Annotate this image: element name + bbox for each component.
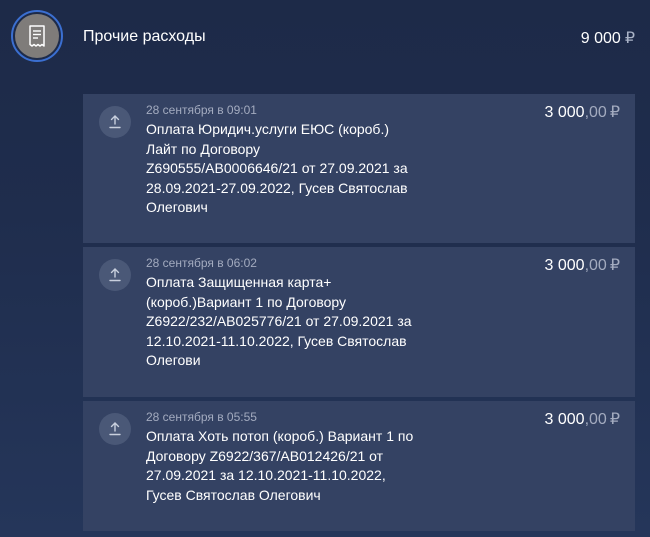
amount-currency: ₽ bbox=[609, 257, 620, 274]
outgoing-icon-bg bbox=[99, 413, 131, 445]
transaction-card[interactable]: 28 сентября в 06:02 Оплата Защищенная ка… bbox=[83, 247, 635, 397]
upload-icon bbox=[109, 115, 121, 129]
transaction-date: 28 сентября в 06:02 bbox=[146, 256, 257, 270]
outgoing-icon-bg bbox=[99, 106, 131, 138]
transaction-description: Оплата Защищенная карта+ (короб.)Вариант… bbox=[146, 274, 412, 368]
category-title: Прочие расходы bbox=[83, 28, 206, 45]
amount-decimal: ,00 bbox=[584, 411, 607, 428]
amount-integer: 3 000 bbox=[544, 257, 585, 274]
amount-currency: ₽ bbox=[609, 104, 620, 121]
amount-integer: 3 000 bbox=[544, 411, 585, 428]
transaction-card[interactable]: 28 сентября в 09:01 Оплата Юридич.услуги… bbox=[83, 94, 635, 243]
receipt-icon bbox=[29, 25, 45, 47]
outgoing-icon-bg bbox=[99, 259, 131, 291]
amount-decimal: ,00 bbox=[584, 257, 607, 274]
amount-integer: 3 000 bbox=[544, 104, 585, 121]
transaction-card[interactable]: 28 сентября в 05:55 Оплата Хоть потоп (к… bbox=[83, 401, 635, 531]
amount-currency: ₽ bbox=[609, 411, 620, 428]
transaction-amount: 3 000,00 ₽ bbox=[545, 255, 620, 275]
amount-decimal: ,00 bbox=[584, 104, 607, 121]
upload-icon bbox=[109, 422, 121, 436]
transaction-amount: 3 000,00 ₽ bbox=[545, 409, 620, 429]
transaction-description: Оплата Хоть потоп (короб.) Вариант 1 по … bbox=[146, 428, 414, 503]
category-icon-bg bbox=[15, 14, 59, 58]
category-total: 9 000 ₽ bbox=[581, 28, 635, 48]
transaction-description: Оплата Юридич.услуги ЕЮС (короб.) Лайт п… bbox=[146, 121, 408, 215]
category-total-currency: ₽ bbox=[624, 30, 635, 47]
upload-icon bbox=[109, 268, 121, 282]
transaction-date: 28 сентября в 09:01 bbox=[146, 103, 257, 117]
category-avatar[interactable] bbox=[11, 10, 63, 62]
transaction-amount: 3 000,00 ₽ bbox=[545, 102, 620, 122]
transaction-date: 28 сентября в 05:55 bbox=[146, 410, 257, 424]
category-total-amount: 9 000 bbox=[580, 30, 621, 47]
